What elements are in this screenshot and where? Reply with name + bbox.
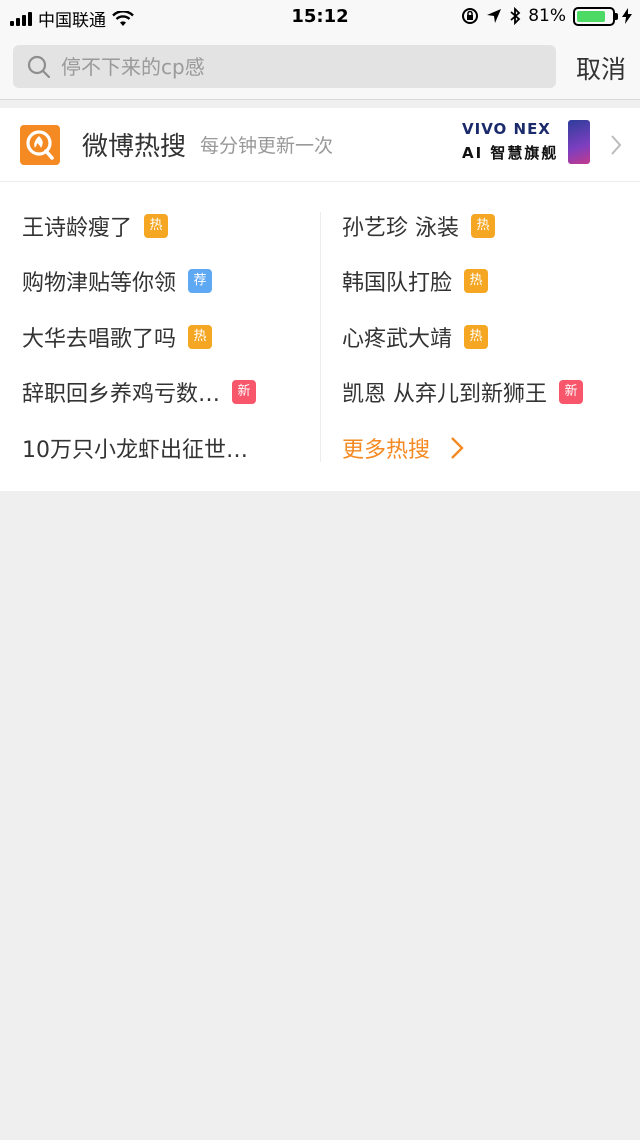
hot-search-item-label: 大华去唱歌了吗 [22, 327, 177, 352]
hot-search-item-label: 辞职回乡养鸡亏数… [22, 382, 221, 407]
hot-search-item[interactable]: 心疼武大靖热 [342, 317, 632, 357]
hot-search-item[interactable]: 孙艺珍 泳装热 [342, 206, 632, 246]
hot-search-item[interactable]: 购物津贴等你领荐 [22, 261, 312, 301]
battery-icon [573, 6, 618, 26]
phone-image [568, 120, 590, 164]
hot-search-grid: 王诗龄瘦了热购物津贴等你领荐大华去唱歌了吗热辞职回乡养鸡亏数… 新 10万只小龙虾出… [0, 182, 640, 490]
hot-search-item[interactable]: 凯恩 从弃儿到新狮王新 [342, 372, 632, 412]
search-bar: 取消 [0, 34, 640, 100]
hot-search-badge: 热 [464, 269, 489, 293]
charging-icon [622, 8, 632, 24]
hot-search-item-label: 孙艺珍 泳装 [342, 216, 459, 241]
hot-search-badge: 热 [144, 214, 169, 238]
hot-search-item-label: 韩国队打脸 [342, 271, 453, 296]
hot-search-badge: 热 [464, 325, 489, 349]
chevron-right-icon [451, 437, 464, 459]
more-hot-search-link[interactable]: 更多热搜 [342, 428, 464, 468]
hot-search-item[interactable]: 10万只小龙虾出征世… [22, 428, 312, 468]
bluetooth-icon [510, 7, 521, 25]
hot-search-card: 微博热搜 每分钟更新一次 VIVO NEX AI 智慧旗舰 王诗龄瘦了热购物津贴… [0, 108, 640, 491]
hot-search-badge: 新 [559, 380, 583, 404]
status-bar: 中国联通 15:12 81% [0, 0, 640, 34]
location-arrow-icon [487, 9, 502, 23]
rotation-lock-icon [462, 8, 479, 24]
column-divider [320, 212, 321, 462]
hot-search-item[interactable]: 大华去唱歌了吗热 [22, 317, 312, 357]
more-label: 更多热搜 [342, 438, 431, 463]
hot-search-item-label: 购物津贴等你领 [22, 271, 177, 296]
hot-search-item-label: 凯恩 从弃儿到新狮王 [342, 382, 547, 407]
hot-search-badge: 热 [471, 214, 495, 238]
vivo-ad-banner[interactable]: VIVO NEX AI 智慧旗舰 [462, 120, 592, 170]
separator [0, 100, 640, 108]
hot-search-logo-icon [20, 124, 60, 165]
hot-search-badge: 热 [188, 325, 213, 349]
search-input[interactable] [61, 54, 521, 79]
hot-search-item[interactable]: 韩国队打脸热 [342, 261, 632, 301]
hot-search-subtitle: 每分钟更新一次 [200, 135, 334, 157]
hot-search-item-label: 心疼武大靖 [342, 327, 453, 352]
search-box[interactable] [13, 45, 556, 88]
status-right: 81% [461, 6, 632, 26]
cancel-button[interactable]: 取消 [576, 50, 626, 86]
hot-search-item[interactable]: 辞职回乡养鸡亏数… 新 [22, 372, 312, 412]
hot-search-item-label: 10万只小龙虾出征世… [22, 438, 248, 463]
hot-search-badge: 荐 [188, 269, 213, 293]
hot-search-item[interactable]: 王诗龄瘦了热 [22, 206, 312, 246]
battery-percent: 81% [528, 6, 566, 26]
search-icon [27, 55, 51, 78]
hot-search-badge: 新 [232, 380, 257, 404]
hot-search-item-label: 王诗龄瘦了 [22, 216, 133, 241]
hot-search-title: 微博热搜 [82, 132, 187, 162]
hot-search-header[interactable]: 微博热搜 每分钟更新一次 VIVO NEX AI 智慧旗舰 [0, 108, 640, 182]
chevron-right-icon [611, 135, 622, 155]
